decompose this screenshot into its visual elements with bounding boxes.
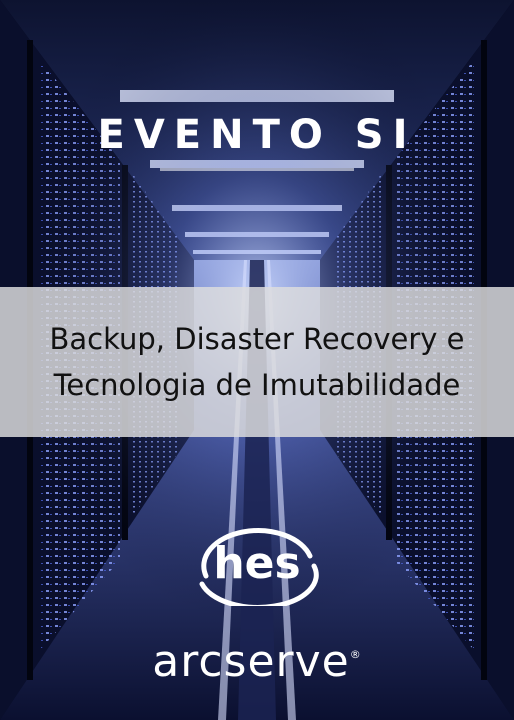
hes-logo-text: hes — [213, 538, 301, 589]
title-underline — [160, 168, 354, 171]
subtitle-banner — [0, 287, 514, 437]
event-title: EVENTO SI — [97, 112, 417, 158]
registered-mark: ® — [349, 648, 362, 661]
subtitle-line-2: Tecnologia de Imutabilidade — [53, 368, 461, 402]
arcserve-logo: arcserve® — [0, 636, 514, 687]
subtitle-line-1: Backup, Disaster Recovery e — [49, 322, 465, 356]
arcserve-logo-text: arcserve — [152, 636, 350, 687]
